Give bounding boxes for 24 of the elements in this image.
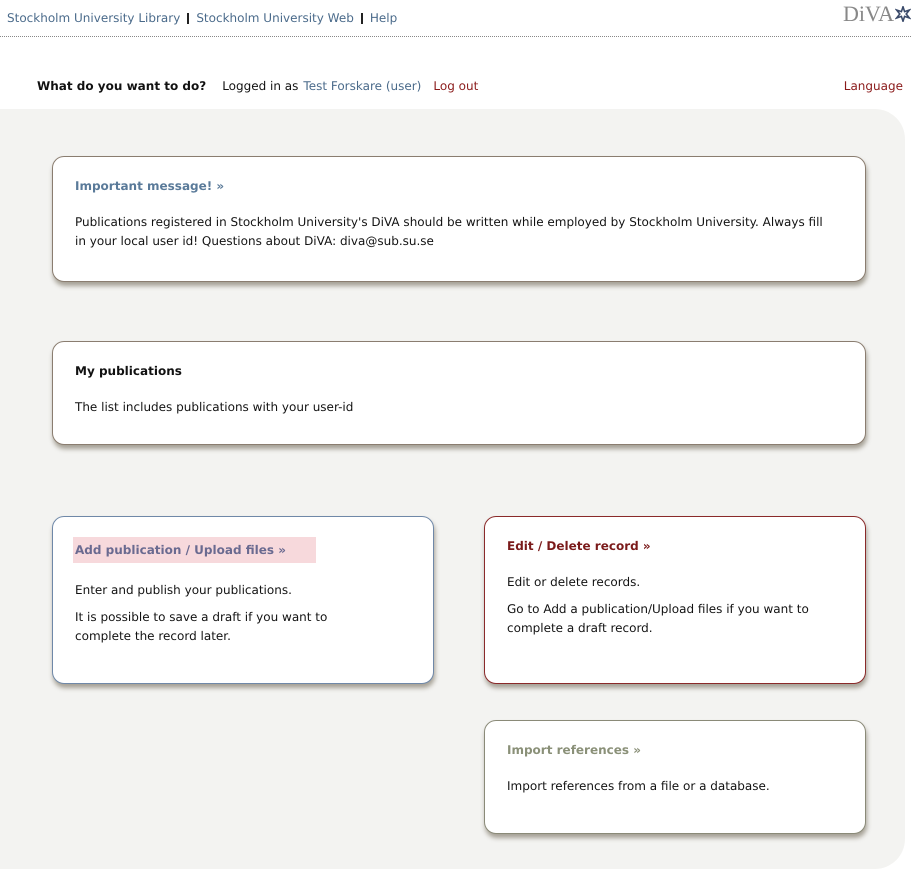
separator-bar	[360, 12, 363, 24]
card-title-link[interactable]: My publications	[73, 362, 184, 380]
card-text: Enter and publish your publications.	[75, 582, 293, 599]
separator-bar	[187, 12, 190, 24]
logged-in-label: Logged in as	[222, 79, 298, 93]
star-icon	[895, 6, 911, 22]
card-text: Import references from a file or a database.	[507, 778, 771, 795]
header-link[interactable]: Help	[370, 11, 398, 25]
card-title-link[interactable]: Edit / Delete record »	[505, 537, 653, 555]
card-text: It is possible to save a draft if you want to complete the record later.	[75, 609, 328, 645]
language-link[interactable]: Language	[844, 79, 903, 93]
card-text: Go to Add a publication/Upload files if you want to complete a draft record.	[507, 601, 810, 637]
page-heading: What do you want to do?	[37, 79, 206, 93]
header-link[interactable]: Stockholm University Web	[196, 11, 354, 25]
header-link[interactable]: Stockholm University Library	[7, 11, 180, 25]
card-title-link[interactable]: Import references »	[505, 741, 643, 759]
user-link[interactable]: Test Forskare (user)	[303, 79, 422, 93]
logout-link[interactable]: Log out	[433, 79, 478, 93]
card-title-link[interactable]: Important message! »	[73, 177, 226, 195]
card-title-link[interactable]: Add publication / Upload files »	[73, 537, 316, 563]
card-text: The list includes publications with your user-id	[75, 399, 354, 416]
logo-text: DiVA	[843, 1, 894, 27]
card-text: Publications registered in Stockholm University's DiVA should be written while employed by Stockholm University. Always fill in your local user id! Questions about DiVA: diva@sub.su.se	[75, 214, 824, 250]
card-text: Edit or delete records.	[507, 574, 642, 591]
